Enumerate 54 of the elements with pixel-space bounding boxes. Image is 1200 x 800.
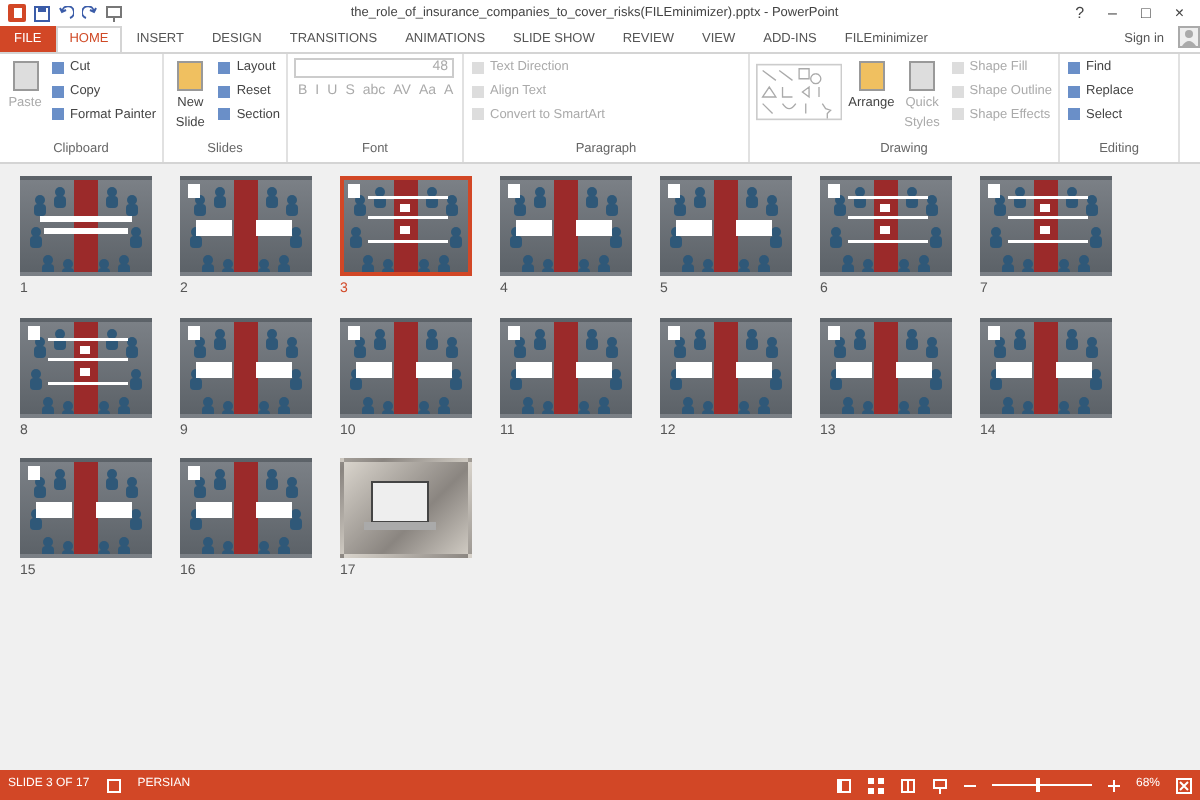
square-icon [50,106,66,123]
maximize-button[interactable]: □ [1132,5,1159,21]
square-icon [1066,59,1082,76]
square-icon [470,106,486,123]
undo-icon[interactable] [58,5,74,21]
slide-thumbnail[interactable] [820,317,952,417]
slide-thumbnail[interactable] [180,458,312,558]
save-icon[interactable] [34,5,50,21]
presentation-icon[interactable] [106,5,122,21]
zoom-out-icon[interactable] [963,779,976,791]
slide-thumbnail[interactable] [500,176,632,276]
slide-thumbnail[interactable] [180,317,312,417]
zoom-slider-thumb[interactable] [1036,778,1041,792]
square-icon [1066,106,1082,123]
square-icon [949,83,966,100]
square-icon [855,58,888,94]
notes-icon[interactable] [105,777,122,793]
fit-to-window-icon[interactable] [1176,777,1192,793]
square-icon [1066,83,1082,100]
zoom-in-icon[interactable] [1107,779,1120,791]
photo-placeholder[interactable] [340,458,472,558]
square-icon [50,59,66,76]
slide-sorter-icon[interactable] [867,777,884,793]
square-icon [9,58,41,94]
square-icon [216,106,233,123]
normal-view-icon[interactable] [835,777,852,793]
square-icon [174,58,207,94]
slide-thumbnail[interactable] [20,317,152,417]
help-button[interactable]: ? [1067,5,1093,21]
square-icon [216,83,233,100]
slide-thumbnail[interactable] [980,317,1112,417]
square-icon [470,83,486,100]
slide-thumbnail[interactable] [820,176,952,276]
square-icon [470,59,486,76]
square-icon [949,59,966,76]
redo-icon[interactable] [82,5,98,21]
powerpoint-logo-icon[interactable] [8,4,26,22]
slide-thumbnail[interactable] [20,176,152,276]
slide-thumbnail[interactable] [180,176,312,276]
square-icon [949,106,966,123]
slide-thumbnail[interactable] [340,317,472,417]
minimize-button[interactable]: – [1100,5,1125,21]
slide-thumbnail[interactable] [20,458,152,558]
close-button[interactable]: × [1166,5,1192,21]
square-icon [50,83,66,100]
slideshow-icon[interactable] [931,777,948,793]
slide-thumbnail[interactable] [980,176,1112,276]
square-icon [906,58,939,94]
slide-thumbnail[interactable] [660,317,792,417]
slide-thumbnail[interactable] [340,176,472,276]
reading-view-icon[interactable] [899,777,916,793]
slide-thumbnail[interactable] [660,176,792,276]
square-icon [216,59,233,76]
slide-thumbnail[interactable] [500,317,632,417]
